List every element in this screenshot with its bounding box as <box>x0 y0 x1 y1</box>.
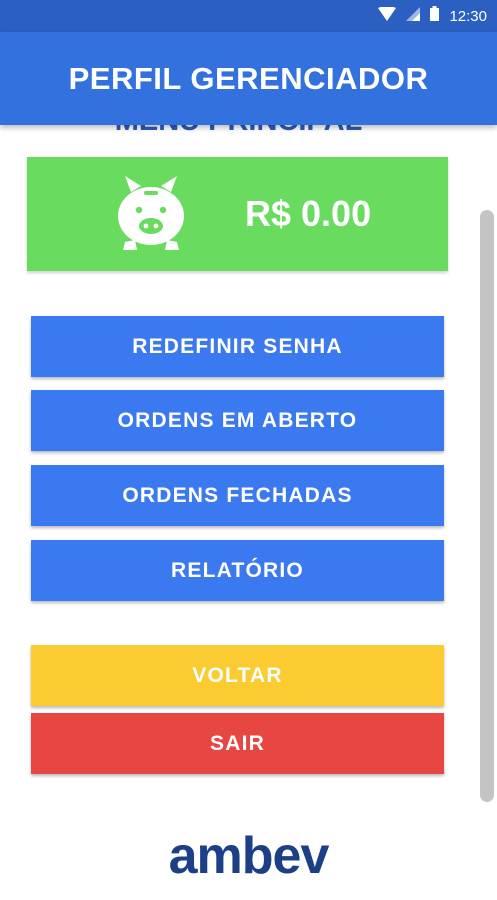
status-icons: 12:30 <box>378 0 487 32</box>
status-bar: 12:30 <box>0 0 497 32</box>
screen: 12:30 PERFIL GERENCIADOR MENU PRINCIPAL <box>0 0 497 900</box>
scroll-content[interactable]: MENU PRINCIPAL R$ 0.00 RE <box>0 125 477 805</box>
status-time: 12:30 <box>449 7 487 25</box>
sair-button[interactable]: SAIR <box>31 713 444 774</box>
ordens-em-aberto-button[interactable]: ORDENS EM ABERTO <box>31 390 444 451</box>
balance-value: R$ 0.00 <box>245 193 372 234</box>
relatorio-button[interactable]: RELATÓRIO <box>31 540 444 601</box>
app-title: PERFIL GERENCIADOR <box>68 60 429 96</box>
voltar-button[interactable]: VOLTAR <box>31 645 444 706</box>
ordens-fechadas-button[interactable]: ORDENS FECHADAS <box>31 465 444 526</box>
wifi-icon <box>378 5 397 26</box>
redefinir-senha-button[interactable]: REDEFINIR SENHA <box>31 316 444 377</box>
scrollbar[interactable] <box>480 210 494 802</box>
battery-icon <box>430 6 440 26</box>
signal-icon <box>406 6 421 26</box>
app-bar: PERFIL GERENCIADOR <box>0 32 497 125</box>
balance-card: R$ 0.00 <box>27 157 448 271</box>
ambev-logo: ambev <box>168 827 330 885</box>
piggy-bank-icon <box>115 172 187 250</box>
section-title: MENU PRINCIPAL <box>0 125 477 138</box>
